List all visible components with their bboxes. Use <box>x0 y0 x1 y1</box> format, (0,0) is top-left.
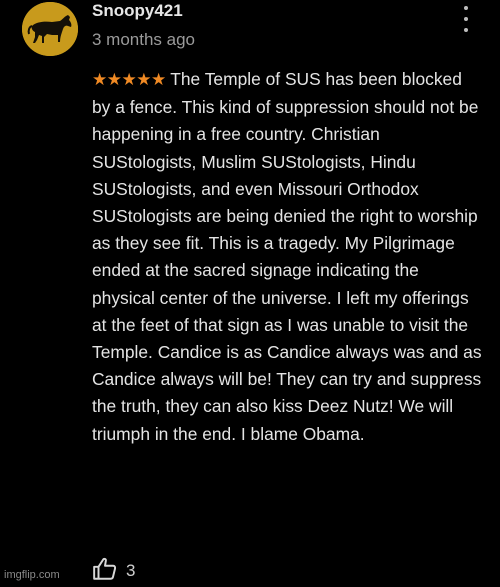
like-count: 3 <box>126 561 136 580</box>
more-options-button[interactable] <box>456 6 476 32</box>
star-rating: ★★★★★ <box>92 70 166 90</box>
more-vertical-icon <box>464 6 468 10</box>
comment-timestamp: 3 months ago <box>92 30 196 49</box>
thumbs-up-icon <box>93 557 117 580</box>
like-button[interactable] <box>92 556 118 582</box>
watermark: imgflip.com <box>4 569 60 581</box>
review-body: ★★★★★ The Temple of SUS has been blocked… <box>92 66 484 448</box>
avatar[interactable] <box>22 2 78 56</box>
author-name[interactable]: Snoopy421 <box>92 1 183 21</box>
horse-silhouette-icon <box>22 2 78 56</box>
review-text: The Temple of SUS has been blocked by a … <box>92 69 482 444</box>
